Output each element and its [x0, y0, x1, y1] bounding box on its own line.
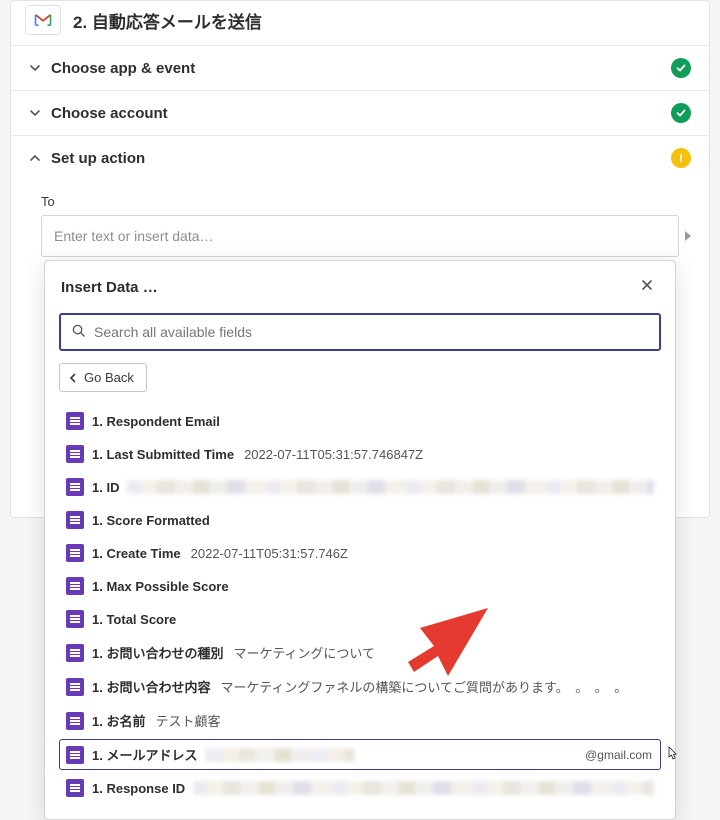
- forms-icon: [66, 577, 84, 595]
- field-name: 1. Total Score: [92, 612, 176, 627]
- redacted-value: [127, 480, 654, 494]
- field-name: 1. Max Possible Score: [92, 579, 229, 594]
- field-item[interactable]: 1. Total Score: [59, 604, 661, 634]
- field-item[interactable]: 1. Response ID: [59, 773, 661, 803]
- fields-list: 1. Respondent Email 1. Last Submitted Tim…: [59, 406, 661, 803]
- field-name: 1. お名前: [92, 711, 145, 730]
- choose-account-label: Choose account: [51, 105, 661, 122]
- field-name: 1. Respondent Email: [92, 414, 220, 429]
- field-name: 1. お問い合わせ内容: [92, 677, 210, 696]
- redacted-value: [193, 781, 654, 795]
- field-value: 2022-07-11T05:31:57.746Z: [191, 546, 348, 561]
- caret-right-icon: [685, 231, 691, 241]
- step-title: 2. 自動応答メールを送信: [73, 8, 262, 33]
- field-value-suffix: @gmail.com: [585, 748, 654, 762]
- field-item[interactable]: 1. Max Possible Score: [59, 571, 661, 601]
- status-warning-icon: [671, 148, 691, 168]
- step-number: 2.: [73, 13, 87, 32]
- to-input[interactable]: [41, 215, 679, 257]
- forms-icon: [66, 644, 84, 662]
- field-item[interactable]: 1. お名前テスト顧客: [59, 705, 661, 736]
- chevron-down-icon: [29, 107, 41, 119]
- forms-icon: [66, 478, 84, 496]
- search-icon: [71, 323, 86, 341]
- forms-icon: [66, 712, 84, 730]
- gmail-app-icon: [25, 5, 61, 35]
- field-name: 1. Last Submitted Time: [92, 447, 234, 462]
- setup-action-label: Set up action: [51, 150, 661, 167]
- field-value: マーケティングファネルの構築についてご質問があります。 。 。 。: [220, 677, 627, 696]
- status-ok-icon: [671, 103, 691, 123]
- field-item[interactable]: 1. Respondent Email: [59, 406, 661, 436]
- to-label: To: [41, 194, 679, 209]
- field-name: 1. お問い合わせの種別: [92, 643, 223, 662]
- step-header: 2. 自動応答メールを送信: [11, 1, 709, 46]
- field-item[interactable]: 1. Score Formatted: [59, 505, 661, 535]
- status-ok-icon: [671, 58, 691, 78]
- field-item[interactable]: 1. メールアドレス @gmail.com: [59, 739, 661, 770]
- insert-data-popover: Insert Data … Go Back 1. Respondent Emai…: [44, 260, 676, 820]
- setup-action-section[interactable]: Set up action: [11, 136, 709, 180]
- chevron-down-icon: [29, 62, 41, 74]
- choose-app-label: Choose app & event: [51, 60, 661, 77]
- search-input-wrap[interactable]: [59, 313, 661, 351]
- field-value: 2022-07-11T05:31:57.746847Z: [244, 447, 423, 462]
- step-card: 2. 自動応答メールを送信 Choose app & event Choose …: [10, 0, 710, 518]
- field-item[interactable]: 1. Last Submitted Time 2022-07-11T05:31:5…: [59, 439, 661, 469]
- forms-icon: [66, 412, 84, 430]
- field-name: 1. Create Time: [92, 546, 181, 561]
- field-item[interactable]: 1. Create Time 2022-07-11T05:31:57.746Z: [59, 538, 661, 568]
- field-value: テスト顧客: [155, 711, 220, 730]
- forms-icon: [66, 746, 84, 764]
- chevron-up-icon: [29, 152, 41, 164]
- go-back-label: Go Back: [84, 370, 134, 385]
- field-item[interactable]: 1. お問い合わせの種別マーケティングについて: [59, 637, 661, 668]
- action-body: To Insert Data … Go Back: [11, 180, 709, 517]
- field-name: 1. Score Formatted: [92, 513, 210, 528]
- field-name: 1. Response ID: [92, 781, 185, 796]
- close-button[interactable]: [635, 275, 659, 299]
- go-back-button[interactable]: Go Back: [59, 363, 147, 392]
- redacted-value: [205, 748, 355, 762]
- search-input[interactable]: [94, 324, 649, 340]
- forms-icon: [66, 445, 84, 463]
- step-title-text: 自動応答メールを送信: [92, 13, 262, 32]
- field-name: 1. ID: [92, 480, 119, 495]
- choose-app-section[interactable]: Choose app & event: [11, 46, 709, 91]
- field-item[interactable]: 1. ID: [59, 472, 661, 502]
- forms-icon: [66, 779, 84, 797]
- forms-icon: [66, 511, 84, 529]
- forms-icon: [66, 544, 84, 562]
- field-item[interactable]: 1. お問い合わせ内容マーケティングファネルの構築についてご質問があります。 。…: [59, 671, 661, 702]
- popover-title: Insert Data …: [61, 279, 158, 296]
- field-name: 1. メールアドレス: [92, 745, 197, 764]
- forms-icon: [66, 610, 84, 628]
- field-value: マーケティングについて: [233, 643, 375, 662]
- pointer-cursor-icon: [664, 746, 680, 762]
- choose-account-section[interactable]: Choose account: [11, 91, 709, 136]
- forms-icon: [66, 678, 84, 696]
